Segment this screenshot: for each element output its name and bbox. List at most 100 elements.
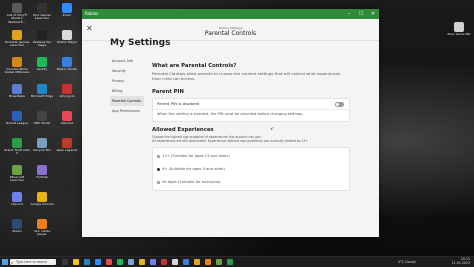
age-option[interactable]: 13+ (Suitable for ages 13 and older) xyxy=(157,154,230,158)
app-icon xyxy=(37,30,47,40)
windows-start-icon[interactable] xyxy=(2,259,8,265)
desktop-icon[interactable]: Apex Legends xyxy=(54,138,80,152)
close-button[interactable]: ✕ xyxy=(367,9,379,19)
desktop-icon-label: Roblox Player xyxy=(56,40,78,44)
radio-button[interactable] xyxy=(157,180,160,184)
taskbar-app-icon[interactable] xyxy=(150,259,156,265)
desktop-icon[interactable]: Rainbow Six Siege xyxy=(29,30,55,48)
sidebar-item[interactable]: App Permissions xyxy=(110,106,144,116)
taskbar-app-icon[interactable] xyxy=(172,259,178,265)
desktop-icon[interactable]: Counter-Strike Global Offensive xyxy=(4,57,30,75)
desktop-icon-label: Google Chrome xyxy=(30,202,54,206)
desktop-icon-label: Spotify xyxy=(36,67,48,71)
app-icon xyxy=(62,30,72,40)
what-title: What are Parental Controls? xyxy=(152,63,237,69)
desktop-icon[interactable]: Minecraft Launcher xyxy=(4,165,30,183)
age-option-label: 9+ (Suitable for ages 9 and older) xyxy=(162,167,225,171)
taskbar-app-icon[interactable] xyxy=(205,259,211,265)
desktop-icon-label: Minecraft Launcher xyxy=(9,175,25,183)
system-tray-clock[interactable]: 20:11 11.01.2023 xyxy=(452,257,470,266)
desktop-icon[interactable]: Recycle Bin xyxy=(29,138,55,152)
sidebar-item[interactable]: Security xyxy=(110,66,144,76)
roblox-window: Roblox – ☐ ✕ ✕ Roblox Settings Parental … xyxy=(82,9,379,237)
desktop-icon-label: Epic Games Launcher xyxy=(33,13,51,21)
sidebar-item[interactable]: Privacy xyxy=(110,76,144,86)
pin-description: When this setting is enabled, the PIN mu… xyxy=(157,112,304,116)
desktop-icon-label: Among Us xyxy=(59,94,75,98)
app-icon xyxy=(12,219,22,229)
app-icon xyxy=(37,111,47,121)
desktop-icon[interactable]: Spotify xyxy=(29,57,55,71)
desktop-icon-label: Rockstar Games Launcher xyxy=(4,40,30,48)
sidebar-item[interactable]: Parental Controls xyxy=(110,96,144,106)
radio-button[interactable] xyxy=(157,167,160,171)
taskbar-app-icon[interactable] xyxy=(194,259,200,265)
pin-card: Parent PIN is disabled When this setting… xyxy=(152,98,350,122)
app-icon xyxy=(37,84,47,94)
desktop-icon[interactable]: Rocket League xyxy=(4,111,30,125)
taskbar-app-icon[interactable] xyxy=(73,259,79,265)
app-icon xyxy=(37,165,47,175)
taskbar-app-icon[interactable] xyxy=(128,259,134,265)
app-icon xyxy=(62,111,72,121)
desktop-icon-right[interactable]: Xbox Game Bar xyxy=(446,22,472,36)
app-icon xyxy=(12,30,22,40)
desktop-icon[interactable]: Brawlhalla xyxy=(4,84,30,98)
desktop-icon[interactable]: Epic Games Launcher xyxy=(29,3,55,21)
pin-toggle[interactable] xyxy=(335,102,344,107)
desktop-icon[interactable]: Google Chrome xyxy=(29,192,55,206)
age-option-label: 13+ (Suitable for ages 13 and older) xyxy=(162,154,230,158)
pin-status: Parent PIN is disabled xyxy=(157,101,200,106)
desktop-icon-label: VLC media player xyxy=(33,229,51,237)
desktop-icon-label: Discord xyxy=(11,202,23,206)
radio-button[interactable] xyxy=(157,154,160,158)
sidebar-item[interactable]: Account Info xyxy=(110,56,144,66)
desktop-icon[interactable]: Valorant xyxy=(54,111,80,125)
taskbar-app-icon[interactable] xyxy=(84,259,90,265)
desktop-icon[interactable]: Among Us xyxy=(54,84,80,98)
taskbar-search[interactable]: ⌕ Type here to search xyxy=(10,259,56,265)
app-icon xyxy=(62,138,72,148)
mouse-cursor-icon: ➶ xyxy=(270,126,275,132)
desktop-icon[interactable]: Grand Theft Auto V xyxy=(4,138,30,156)
desktop-icon[interactable]: VLC media player xyxy=(29,219,55,237)
taskbar-app-icon[interactable] xyxy=(227,259,233,265)
search-icon: ⌕ xyxy=(11,259,14,265)
taskbar-app-icon[interactable] xyxy=(62,259,68,265)
desktop-icon[interactable]: Roblox Player xyxy=(54,30,80,44)
desktop-icon[interactable]: Roblox Studio xyxy=(54,57,80,71)
taskbar-app-icon[interactable] xyxy=(106,259,112,265)
taskbar-app-icon[interactable] xyxy=(161,259,167,265)
app-icon xyxy=(12,138,22,148)
maximize-button[interactable]: ☐ xyxy=(355,9,367,19)
taskbar-app-icon[interactable] xyxy=(139,259,145,265)
desktop-icon[interactable]: OBS Studio xyxy=(29,111,55,125)
title-bar[interactable]: Roblox – ☐ ✕ xyxy=(82,9,379,19)
desktop-icon-label: Call of Duty® Modern Warfare®... xyxy=(6,13,28,24)
taskbar-app-icon[interactable] xyxy=(183,259,189,265)
desktop-icon-label: Recycle Bin xyxy=(33,148,51,152)
sidebar-item[interactable]: Billing xyxy=(110,86,144,96)
desktop-icon[interactable]: Steam xyxy=(4,219,30,233)
allowed-note: All experiences are still searchable. Ex… xyxy=(152,139,308,143)
taskbar-app-icon[interactable] xyxy=(117,259,123,265)
app-icon xyxy=(62,84,72,94)
age-option[interactable]: 9+ (Suitable for ages 9 and older) xyxy=(157,167,225,171)
desktop-icon[interactable]: Microsoft Edge xyxy=(29,84,55,98)
weather-widget[interactable]: 4°C Cloudy xyxy=(398,260,416,264)
desktop-icon-label: OBS Studio xyxy=(33,121,51,125)
app-icon xyxy=(37,192,47,202)
minimize-button[interactable]: – xyxy=(343,9,355,19)
desktop-icon[interactable]: Discord xyxy=(4,192,30,206)
what-description: Parental Controls allow parents to choos… xyxy=(152,71,341,81)
taskbar: ⌕ Type here to search 4°C Cloudy 20:11 1… xyxy=(0,256,474,267)
app-icon xyxy=(37,57,47,67)
desktop-icon[interactable]: Fortnite xyxy=(29,165,55,179)
page-title: My Settings xyxy=(110,38,171,48)
desktop-icon[interactable]: Rockstar Games Launcher xyxy=(4,30,30,48)
desktop-icon[interactable]: Call of Duty® Modern Warfare®... xyxy=(4,3,30,24)
age-option[interactable]: All Ages (Suitable for everyone) xyxy=(157,180,221,184)
desktop-icon[interactable]: Zoom xyxy=(54,3,80,17)
taskbar-app-icon[interactable] xyxy=(95,259,101,265)
taskbar-app-icon[interactable] xyxy=(216,259,222,265)
